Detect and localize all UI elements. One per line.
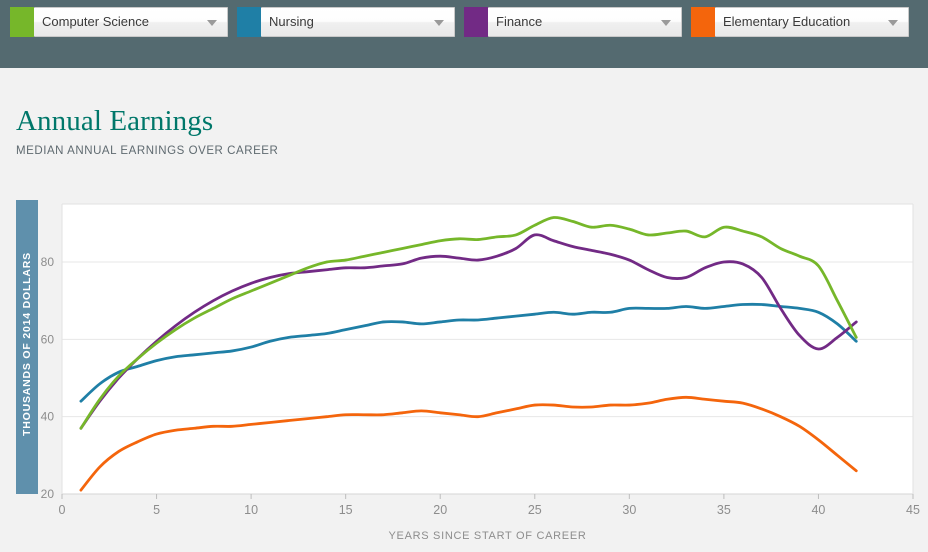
x-axis-label: YEARS SINCE START OF CAREER bbox=[389, 530, 587, 542]
series-color-swatch-finance bbox=[464, 7, 488, 37]
major-selector-finance[interactable]: Finance bbox=[464, 7, 682, 37]
y-tick-label: 60 bbox=[41, 332, 55, 346]
chevron-down-icon[interactable] bbox=[661, 20, 671, 26]
major-dropdown-label: Elementary Education bbox=[723, 14, 851, 29]
series-color-swatch-computer-science bbox=[10, 7, 34, 37]
series-color-swatch-nursing bbox=[237, 7, 261, 37]
x-tick-label: 15 bbox=[339, 503, 353, 517]
chart-container: THOUSANDS OF 2014 DOLLARS 20 40 60 80 0 5 10 15… bbox=[0, 196, 928, 552]
y-tick-label: 40 bbox=[41, 410, 55, 424]
x-tick-label: 5 bbox=[153, 503, 160, 517]
page-subtitle: MEDIAN ANNUAL EARNINGS OVER CAREER bbox=[16, 145, 279, 157]
y-tick-label: 80 bbox=[41, 255, 55, 269]
page-title: Annual Earnings bbox=[16, 105, 214, 137]
major-dropdown-label: Finance bbox=[496, 14, 543, 29]
x-tick-label: 0 bbox=[59, 503, 66, 517]
major-selector-nursing[interactable]: Nursing bbox=[237, 7, 455, 37]
major-selector-bar: Computer Science Nursing Finance Element… bbox=[0, 0, 928, 68]
major-selector-computer-science[interactable]: Computer Science bbox=[10, 7, 228, 37]
x-tick-label: 45 bbox=[906, 503, 920, 517]
x-tick-label: 35 bbox=[717, 503, 731, 517]
major-dropdown-finance[interactable]: Finance bbox=[488, 7, 682, 37]
major-selector-elementary-education[interactable]: Elementary Education bbox=[691, 7, 909, 37]
major-dropdown-nursing[interactable]: Nursing bbox=[261, 7, 455, 37]
chevron-down-icon[interactable] bbox=[434, 20, 444, 26]
line-chart-plot: 20 40 60 80 0 5 10 15 20 25 30 35 40 45 YEARS SINCE ST… bbox=[41, 203, 920, 542]
x-tick-label: 40 bbox=[811, 503, 825, 517]
major-dropdown-label: Nursing bbox=[269, 14, 314, 29]
x-tick-label: 30 bbox=[622, 503, 636, 517]
series-color-swatch-elementary-education bbox=[691, 7, 715, 37]
chevron-down-icon[interactable] bbox=[207, 20, 217, 26]
chevron-down-icon[interactable] bbox=[888, 20, 898, 26]
x-tick-label: 10 bbox=[244, 503, 258, 517]
y-tick-label: 20 bbox=[41, 487, 55, 501]
plot-background bbox=[62, 204, 913, 494]
major-dropdown-label: Computer Science bbox=[42, 14, 149, 29]
x-tick-label: 25 bbox=[528, 503, 542, 517]
major-dropdown-computer-science[interactable]: Computer Science bbox=[34, 7, 228, 37]
major-dropdown-elementary-education[interactable]: Elementary Education bbox=[715, 7, 909, 37]
chart-headline: Annual Earnings MEDIAN ANNUAL EARNINGS O… bbox=[16, 104, 896, 157]
x-tick-label: 20 bbox=[433, 503, 447, 517]
